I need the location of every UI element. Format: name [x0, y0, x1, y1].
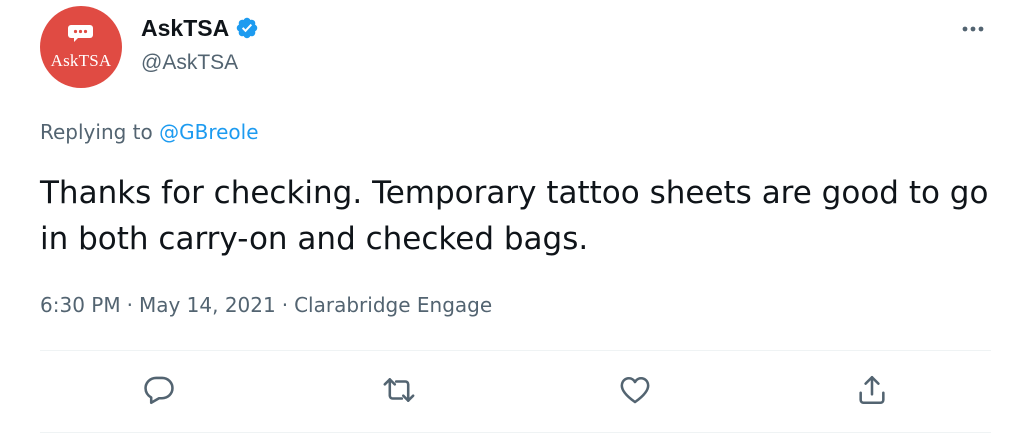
reply-icon: [144, 376, 174, 405]
share-button[interactable]: [852, 370, 892, 410]
reply-button[interactable]: [139, 370, 179, 410]
tweet-source: Clarabridge Engage: [294, 293, 493, 317]
retweet-icon: [383, 378, 415, 402]
author-name-row[interactable]: AskTSA: [141, 14, 259, 42]
share-icon: [859, 375, 885, 405]
author-handle[interactable]: @AskTSA: [141, 50, 238, 76]
more-options-icon[interactable]: [956, 14, 990, 44]
chat-bubble-icon: [68, 25, 93, 42]
tweet-action-bar: [0, 370, 1024, 414]
retweet-button[interactable]: [379, 370, 419, 410]
divider: [40, 432, 991, 433]
reply-to-handle-link[interactable]: @GBreole: [159, 120, 258, 144]
tweet-time[interactable]: 6:30 PM: [40, 293, 121, 317]
meta-separator: ·: [126, 293, 133, 317]
tweet-date[interactable]: May 14, 2021: [139, 293, 276, 317]
avatar-logo-text: AskTSA: [50, 51, 112, 70]
author-display-name[interactable]: AskTSA: [141, 14, 229, 42]
tweet-meta: 6:30 PM · May 14, 2021 · Clarabridge Engage: [40, 290, 492, 320]
meta-separator: ·: [281, 293, 289, 317]
like-button[interactable]: [615, 370, 655, 410]
divider: [40, 350, 991, 351]
avatar[interactable]: AskTSA: [40, 6, 122, 88]
verified-badge-icon: [236, 17, 258, 39]
replying-to-label: Replying to: [40, 120, 153, 144]
like-icon: [620, 376, 650, 404]
replying-to-line: Replying to @GBreole: [40, 118, 259, 146]
tweet-text: Thanks for checking. Temporary tattoo sh…: [40, 175, 989, 257]
